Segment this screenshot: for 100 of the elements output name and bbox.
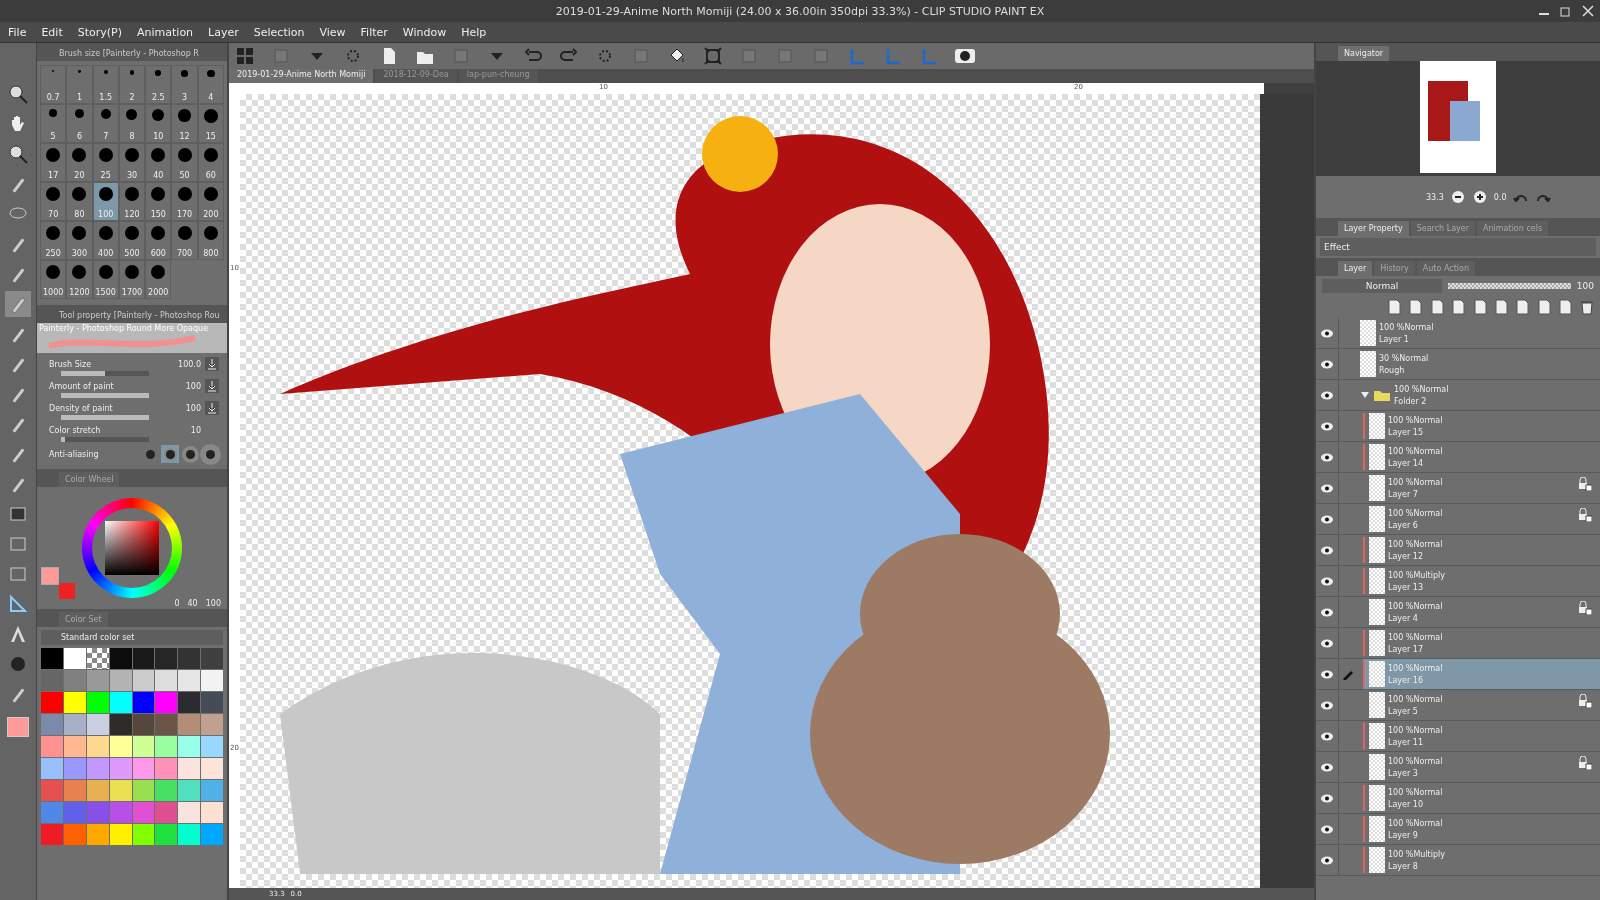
brush-size-option[interactable]: 10: [145, 104, 172, 143]
color-swatch[interactable]: [132, 780, 155, 801]
brush-size-option[interactable]: 25: [92, 143, 119, 182]
layer-row[interactable]: 100 %Normal Layer 11: [1363, 721, 1600, 751]
document-tab[interactable]: 2018-12-09-Dea: [375, 69, 457, 83]
color-swatch[interactable]: [155, 780, 178, 801]
color-set-tab[interactable]: Color Set: [59, 612, 108, 627]
color-swatch[interactable]: [132, 648, 155, 669]
menu-item[interactable]: Filter: [360, 25, 388, 39]
color-swatch[interactable]: [178, 736, 201, 757]
setting-slider[interactable]: [61, 437, 149, 442]
brush-size-option[interactable]: 800: [197, 221, 224, 260]
color-swatch[interactable]: [155, 648, 178, 669]
setting-value[interactable]: 100: [185, 381, 201, 391]
restore-icon[interactable]: [1560, 5, 1572, 17]
eye-icon[interactable]: [1320, 669, 1334, 679]
brush-size-option[interactable]: 1500: [92, 260, 119, 299]
color-swatch[interactable]: [201, 648, 223, 669]
brush-size-option[interactable]: 17: [40, 143, 67, 182]
eye-icon[interactable]: [1320, 514, 1334, 524]
brush-size-option[interactable]: 200: [197, 182, 224, 221]
color-swatch[interactable]: [201, 802, 223, 823]
color-swatch[interactable]: [201, 824, 223, 845]
color-swatch[interactable]: [63, 780, 86, 801]
color-swatch[interactable]: [41, 648, 63, 669]
color-set-dropdown[interactable]: Standard color set: [41, 630, 223, 645]
color-swatch[interactable]: [41, 802, 63, 823]
main-color-swatch[interactable]: [41, 567, 59, 585]
color-swatch[interactable]: [132, 714, 155, 735]
color-swatch[interactable]: [201, 736, 223, 757]
navigator-tab[interactable]: Navigator: [1338, 46, 1390, 61]
color-swatch[interactable]: [109, 692, 132, 713]
layer-row[interactable]: 100 %Normal Layer 15: [1363, 411, 1600, 441]
brush-size-option[interactable]: 2.5: [145, 65, 172, 104]
eye-icon[interactable]: [1320, 793, 1334, 803]
color-swatch[interactable]: [178, 802, 201, 823]
color-swatch[interactable]: [155, 824, 178, 845]
layer-row[interactable]: 30 %Normal Rough: [1357, 349, 1600, 379]
color-swatch[interactable]: [178, 670, 201, 691]
layer-row[interactable]: 100 %Normal Layer 10: [1363, 783, 1600, 813]
pressure-icon[interactable]: [205, 401, 219, 415]
color-swatch[interactable]: [86, 824, 109, 845]
layer-row[interactable]: 100 %Normal Layer 14: [1363, 442, 1600, 472]
eye-icon[interactable]: [1320, 607, 1334, 617]
setting-value[interactable]: 100: [185, 403, 201, 413]
color-swatch[interactable]: [63, 648, 86, 669]
pressure-icon[interactable]: [205, 379, 219, 393]
color-swatch[interactable]: [109, 648, 132, 669]
setting-value[interactable]: 10: [190, 425, 201, 435]
color-swatch[interactable]: [86, 692, 109, 713]
panel-tab[interactable]: Auto Action: [1416, 261, 1475, 276]
color-swatch[interactable]: [132, 758, 155, 779]
brush-size-option[interactable]: 300: [66, 221, 93, 260]
color-swatch[interactable]: [155, 714, 178, 735]
eye-icon[interactable]: [1320, 576, 1334, 586]
eye-icon[interactable]: [1320, 731, 1334, 741]
layer-row[interactable]: 100 %Normal Layer 6: [1363, 504, 1600, 534]
zoom-value[interactable]: 33.3: [1426, 192, 1444, 202]
color-swatch[interactable]: [41, 692, 63, 713]
brush-size-option[interactable]: 2000: [145, 260, 172, 299]
folder-row[interactable]: 100 %Normal Folder 2: [1357, 380, 1600, 410]
color-swatch[interactable]: [63, 736, 86, 757]
brush-size-option[interactable]: 150: [145, 182, 172, 221]
trash-icon[interactable]: [1578, 299, 1594, 315]
color-swatch[interactable]: [86, 736, 109, 757]
zoom-in-icon[interactable]: [1471, 189, 1488, 205]
brush-size-option[interactable]: 700: [171, 221, 198, 260]
document-tab[interactable]: 2019-01-29-Anime North Momiji: [229, 69, 374, 83]
layer-row[interactable]: 100 %Normal Layer 7: [1363, 473, 1600, 503]
brush-size-option[interactable]: 100: [92, 182, 119, 221]
panel-tab[interactable]: Layer: [1338, 261, 1373, 276]
new-layer-icon[interactable]: [1535, 299, 1552, 315]
layer-row[interactable]: 100 %Normal Layer 17: [1363, 628, 1600, 658]
layer-row[interactable]: 100 %Normal Layer 3: [1363, 752, 1600, 782]
color-swatch[interactable]: [132, 692, 155, 713]
document-tab[interactable]: lap-pun-cheung: [458, 69, 538, 83]
menu-item[interactable]: Edit: [41, 25, 63, 39]
eye-icon[interactable]: [1320, 762, 1334, 772]
brush-size-option[interactable]: 40: [145, 143, 172, 182]
brush-size-option[interactable]: 12: [171, 104, 198, 143]
color-swatch[interactable]: [41, 824, 63, 845]
color-swatch[interactable]: [155, 736, 178, 757]
new-layer-icon[interactable]: [1514, 299, 1530, 315]
color-swatch[interactable]: [178, 758, 201, 779]
opacity-slider[interactable]: [1448, 283, 1571, 289]
color-swatch[interactable]: [41, 670, 63, 691]
brush-size-option[interactable]: 1000: [40, 260, 67, 299]
color-swatch[interactable]: [86, 648, 109, 669]
brush-size-option[interactable]: 400: [92, 221, 119, 260]
new-layer-icon[interactable]: [1492, 299, 1509, 315]
layer-row[interactable]: 100 %Normal Layer 16: [1363, 659, 1600, 689]
color-swatch[interactable]: [178, 780, 201, 801]
new-layer-icon[interactable]: [1428, 299, 1445, 315]
eye-icon[interactable]: [1320, 638, 1334, 648]
new-layer-icon[interactable]: [1557, 299, 1573, 315]
menu-item[interactable]: Story(P): [77, 25, 122, 39]
color-swatch[interactable]: [63, 802, 86, 823]
color-swatch[interactable]: [201, 758, 223, 779]
color-swatch[interactable]: [109, 670, 132, 691]
setting-slider[interactable]: [61, 371, 149, 376]
